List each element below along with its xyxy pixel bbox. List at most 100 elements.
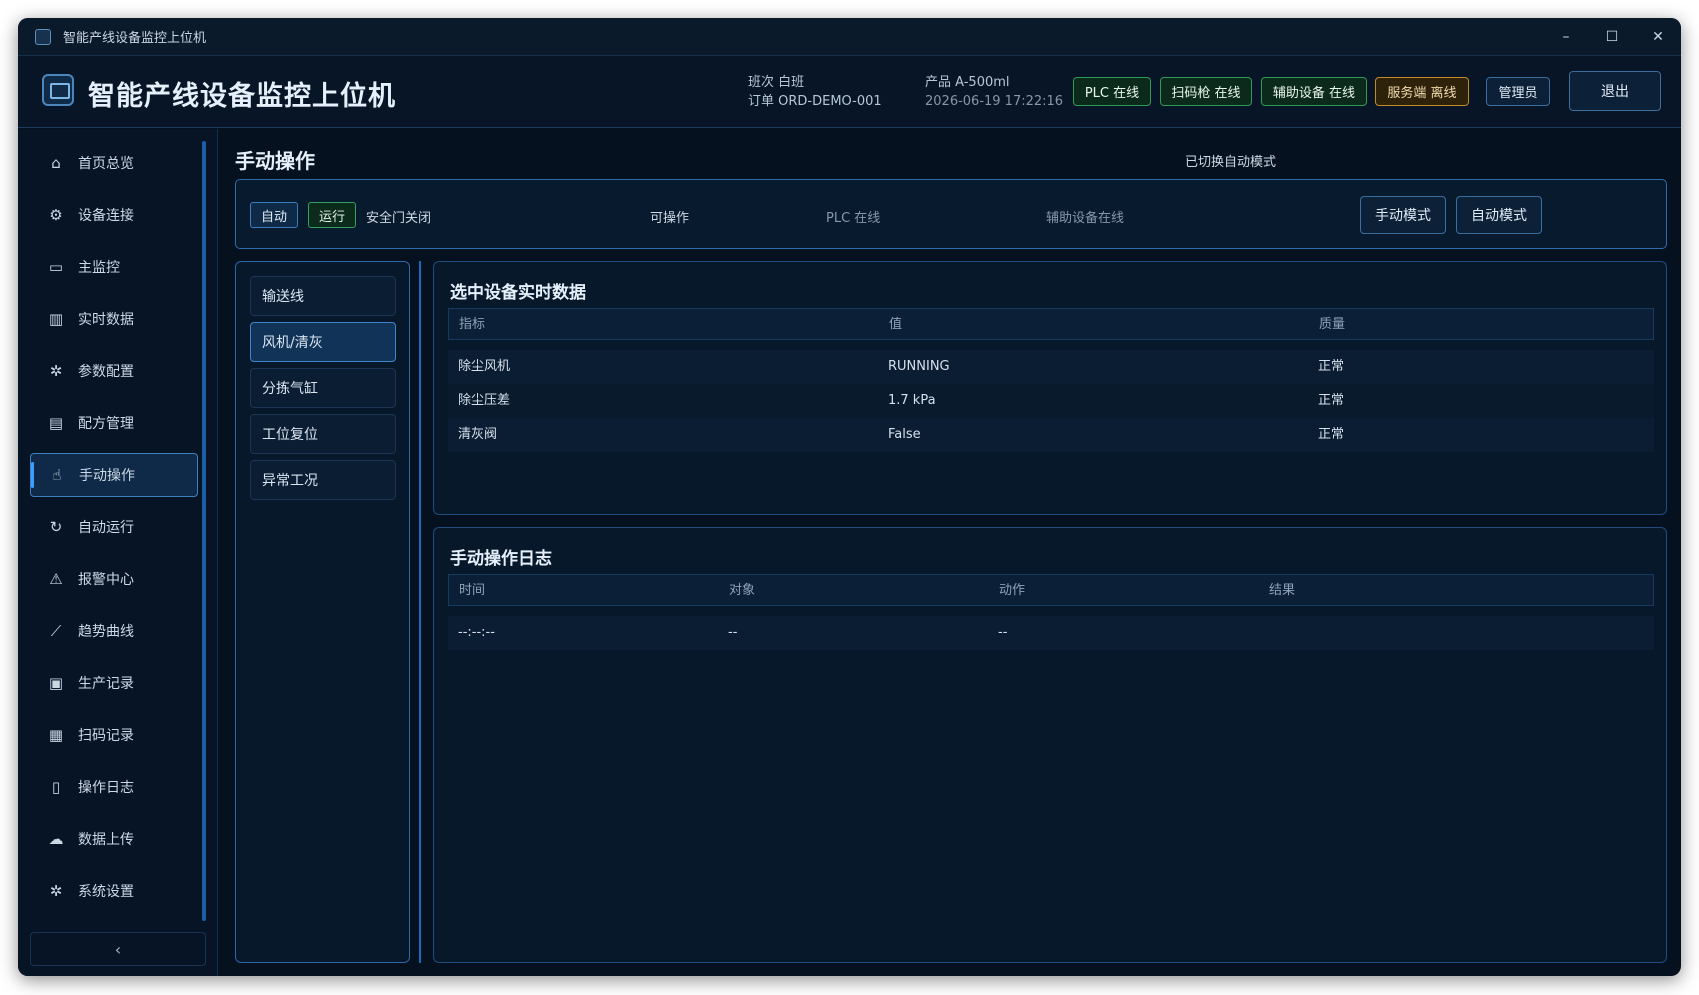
- product-time-info: 产品 A-500ml 2026-06-19 17:22:16: [925, 73, 1063, 111]
- link-icon: ⚙: [49, 206, 63, 224]
- manual-mode-button[interactable]: 手动模式: [1360, 196, 1446, 234]
- sidebar-item-label: 趋势曲线: [78, 624, 134, 640]
- app-title: 智能产线设备监控上位机: [88, 81, 396, 112]
- operation-log-panel: 手动操作日志 时间 对象 动作 结果 --:--:-- -- --: [433, 527, 1667, 963]
- sidebar-item-auto-run[interactable]: ↻ 自动运行: [30, 505, 198, 549]
- auto-mode-button[interactable]: 自动模式: [1456, 196, 1542, 234]
- column-header[interactable]: 时间: [459, 575, 485, 607]
- order-label: 订单 ORD-DEMO-001: [748, 94, 882, 109]
- shift-order-info: 班次 白班 订单 ORD-DEMO-001: [748, 73, 882, 111]
- sidebar-item-parameters[interactable]: ✲ 参数配置: [30, 349, 198, 393]
- sidebar-item-label: 实时数据: [78, 312, 134, 328]
- table-cell: 除尘压差: [458, 393, 511, 408]
- monitor-icon: ▭: [48, 258, 64, 276]
- document-icon: ▯: [51, 778, 61, 796]
- device-item-abnormal-condition[interactable]: 异常工况: [250, 460, 396, 500]
- table-row[interactable]: 除尘压差 1.7 kPa 正常: [448, 384, 1654, 418]
- operable-status: 可操作: [650, 211, 690, 226]
- table-cell: --: [998, 625, 1008, 640]
- close-button[interactable]: ✕: [1635, 18, 1681, 56]
- sidebar-item-scan-records[interactable]: ▦ 扫码记录: [30, 713, 198, 757]
- log-panel-title: 手动操作日志: [450, 549, 552, 569]
- sidebar-item-label: 扫码记录: [78, 728, 134, 744]
- table-row[interactable]: 除尘风机 RUNNING 正常: [448, 350, 1654, 384]
- settings-icon: ✲: [49, 882, 63, 900]
- user-button[interactable]: 管理员: [1486, 77, 1550, 106]
- shift-label: 班次 白班: [748, 75, 805, 90]
- column-header[interactable]: 动作: [999, 575, 1025, 607]
- realtime-panel-title: 选中设备实时数据: [450, 283, 586, 303]
- realtime-table-header: 指标 值 质量: [448, 308, 1654, 340]
- main-content: 手动操作 已切换自动模式 自动 运行 安全门关闭 可操作 PLC 在线 辅助设备…: [219, 129, 1681, 976]
- maximize-button[interactable]: ☐: [1589, 18, 1635, 56]
- sidebar-item-label: 参数配置: [78, 364, 134, 380]
- app-window: 智能产线设备监控上位机 – ☐ ✕ 智能产线设备监控上位机 班次 白班 订单 O…: [18, 18, 1681, 976]
- column-header[interactable]: 质量: [1319, 309, 1345, 341]
- sidebar-item-trends[interactable]: ⟋ 趋势曲线: [30, 609, 198, 653]
- table-cell: 正常: [1318, 393, 1345, 408]
- minimize-button[interactable]: –: [1543, 18, 1589, 56]
- device-item-conveyor[interactable]: 输送线: [250, 276, 396, 316]
- sidebar-item-alarms[interactable]: ⚠ 报警中心: [30, 557, 198, 601]
- hand-icon: ☝: [52, 466, 62, 484]
- datetime-label: 2026-06-19 17:22:16: [925, 94, 1064, 109]
- gear-icon: ✲: [49, 362, 63, 380]
- sidebar-item-system-settings[interactable]: ✲ 系统设置: [30, 869, 198, 913]
- server-status-badge: 服务端 离线: [1375, 77, 1469, 106]
- sidebar-item-operation-log[interactable]: ▯ 操作日志: [30, 765, 198, 809]
- product-label: 产品 A-500ml: [925, 75, 1010, 90]
- status-bar: 自动 运行 安全门关闭 可操作 PLC 在线 辅助设备在线 手动模式 自动模式: [235, 179, 1667, 249]
- sidebar-item-label: 系统设置: [78, 884, 134, 900]
- run-state-chip: 运行: [308, 202, 356, 228]
- table-cell: False: [888, 427, 921, 442]
- table-cell: 除尘风机: [458, 359, 511, 374]
- sidebar-item-device-connection[interactable]: ⚙ 设备连接: [30, 193, 198, 237]
- table-cell: RUNNING: [888, 359, 950, 374]
- aux-device-status-badge: 辅助设备 在线: [1261, 77, 1367, 106]
- app-header: 智能产线设备监控上位机 班次 白班 订单 ORD-DEMO-001 产品 A-5…: [18, 56, 1681, 128]
- upload-icon: ☁: [48, 830, 64, 848]
- sidebar-scrollbar[interactable]: [202, 141, 206, 921]
- sidebar-item-label: 报警中心: [78, 572, 134, 588]
- sidebar-item-label: 数据上传: [78, 832, 134, 848]
- table-cell: --:--:--: [458, 625, 495, 640]
- column-header[interactable]: 指标: [459, 309, 485, 341]
- column-header[interactable]: 结果: [1269, 575, 1295, 607]
- logout-button[interactable]: 退出: [1569, 71, 1661, 111]
- sidebar-item-data-upload[interactable]: ☁ 数据上传: [30, 817, 198, 861]
- home-icon: ⌂: [51, 154, 61, 172]
- sidebar-item-realtime-data[interactable]: ▥ 实时数据: [30, 297, 198, 341]
- refresh-icon: ↻: [49, 518, 63, 536]
- scanner-status-badge: 扫码枪 在线: [1160, 77, 1252, 106]
- aux-device-online-status: 辅助设备在线: [1046, 211, 1125, 226]
- warning-icon: ⚠: [49, 570, 63, 588]
- window-controls: – ☐ ✕: [1543, 18, 1681, 56]
- column-header[interactable]: 对象: [729, 575, 755, 607]
- sidebar-collapse-button[interactable]: ‹: [30, 932, 206, 966]
- plc-online-status: PLC 在线: [826, 211, 881, 226]
- sidebar-item-label: 自动运行: [78, 520, 134, 536]
- device-item-station-reset[interactable]: 工位复位: [250, 414, 396, 454]
- sidebar-item-home[interactable]: ⌂ 首页总览: [30, 141, 198, 185]
- mode-switch-message: 已切换自动模式: [1185, 155, 1277, 170]
- sidebar-item-label: 设备连接: [78, 208, 134, 224]
- sidebar-item-recipes[interactable]: ▤ 配方管理: [30, 401, 198, 445]
- sidebar-item-label: 生产记录: [78, 676, 134, 692]
- device-list-panel: 输送线 风机/清灰 分拣气缸 工位复位 异常工况: [235, 261, 410, 963]
- device-item-sorting-cylinder[interactable]: 分拣气缸: [250, 368, 396, 408]
- panel-divider[interactable]: [419, 261, 421, 963]
- sidebar-item-main-monitor[interactable]: ▭ 主监控: [30, 245, 198, 289]
- barcode-icon: ▦: [48, 726, 64, 744]
- window-title: 智能产线设备监控上位机: [63, 31, 207, 46]
- sidebar-item-label: 主监控: [78, 260, 120, 276]
- sidebar-item-production-records[interactable]: ▣ 生产记录: [30, 661, 198, 705]
- plc-status-badge: PLC 在线: [1073, 77, 1151, 106]
- table-cell: --: [728, 625, 738, 640]
- device-item-fan-cleaning[interactable]: 风机/清灰: [250, 322, 396, 362]
- table-row[interactable]: --:--:-- -- --: [448, 616, 1654, 650]
- table-row[interactable]: 清灰阀 False 正常: [448, 418, 1654, 452]
- table-cell: 1.7 kPa: [888, 393, 936, 408]
- sidebar-item-manual-operation[interactable]: ☝ 手动操作: [30, 453, 198, 497]
- column-header[interactable]: 值: [889, 309, 902, 341]
- title-bar: 智能产线设备监控上位机 – ☐ ✕: [18, 18, 1681, 56]
